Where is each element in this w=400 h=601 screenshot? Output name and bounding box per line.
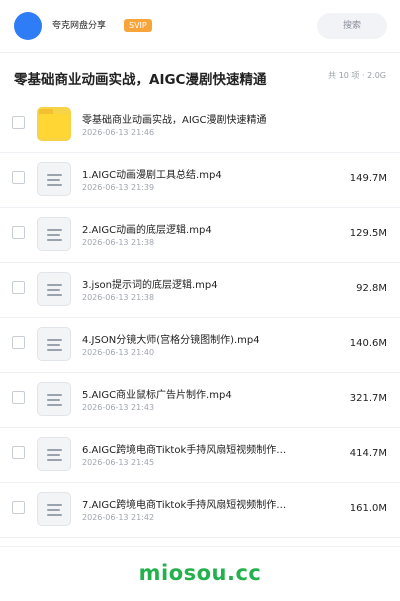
file-row[interactable]: 5.AIGC商业鼠标广告片制作.mp4 2026-06-13 21:43 321.7… <box>0 373 400 428</box>
item-date: 2026-06-13 21:38 <box>82 238 155 247</box>
item-size: 161.0M <box>349 503 387 514</box>
file-row[interactable]: 7.AIGC跨境电商Tiktok手持风扇短视频制作… 2026-06-13 21:… <box>0 483 400 538</box>
select-checkbox[interactable] <box>12 281 25 294</box>
folder-icon <box>37 107 71 141</box>
top-bar: 夸克网盘分享 SVIP 搜索 <box>0 0 400 52</box>
file-row[interactable]: 1.AIGC动画漫剧工具总结.mp4 2026-06-13 21:39 149.7M <box>0 153 400 208</box>
item-date: 2026-06-13 21:39 <box>82 183 155 192</box>
select-checkbox[interactable] <box>12 501 25 514</box>
select-checkbox[interactable] <box>12 446 25 459</box>
item-name[interactable]: 5.AIGC商业鼠标广告片制作.mp4 <box>82 386 312 401</box>
quark-logo-icon[interactable] <box>14 12 42 40</box>
item-name[interactable]: 零基础商业动画实战，AIGC漫剧快速精通 <box>82 111 312 126</box>
item-size: 414.7M <box>349 448 387 459</box>
item-name[interactable]: 6.AIGC跨境电商Tiktok手持风扇短视频制作… <box>82 441 312 456</box>
file-list: 零基础商业动画实战，AIGC漫剧快速精通 2026-06-13 21:46 1.AI… <box>0 98 400 538</box>
item-date: 2026-06-13 21:46 <box>82 128 155 137</box>
video-file-icon <box>37 272 71 306</box>
select-checkbox[interactable] <box>12 336 25 349</box>
video-file-icon <box>37 492 71 526</box>
video-file-icon <box>37 327 71 361</box>
item-size: 129.5M <box>349 228 387 239</box>
file-row[interactable]: 2.AIGC动画的底层逻辑.mp4 2026-06-13 21:38 129.5M <box>0 208 400 263</box>
share-title-row: 零基础商业动画实战，AIGC漫剧快速精通 共 10 项 · 2.0G <box>0 52 400 100</box>
svip-badge: SVIP <box>124 19 152 32</box>
item-name[interactable]: 3.json提示词的底层逻辑.mp4 <box>82 276 312 291</box>
item-size: 149.7M <box>349 173 387 184</box>
app-name: 夸克网盘分享 <box>52 21 107 31</box>
footer: miosou.cc <box>0 546 400 601</box>
select-checkbox[interactable] <box>12 226 25 239</box>
video-file-icon <box>37 162 71 196</box>
item-date: 2026-06-13 21:40 <box>82 348 155 357</box>
video-file-icon <box>37 217 71 251</box>
item-date: 2026-06-13 21:38 <box>82 293 155 302</box>
item-size: 140.6M <box>349 338 387 349</box>
share-meta: 共 10 项 · 2.0G <box>328 71 386 80</box>
share-title: 零基础商业动画实战，AIGC漫剧快速精通 <box>14 72 267 88</box>
item-name[interactable]: 7.AIGC跨境电商Tiktok手持风扇短视频制作… <box>82 496 312 511</box>
item-name[interactable]: 4.JSON分镜大师(宫格分镜图制作).mp4 <box>82 331 312 346</box>
file-row[interactable]: 4.JSON分镜大师(宫格分镜图制作).mp4 2026-06-13 21:40 1… <box>0 318 400 373</box>
select-checkbox[interactable] <box>12 391 25 404</box>
item-size: 92.8M <box>356 283 387 294</box>
select-checkbox[interactable] <box>12 116 25 129</box>
item-date: 2026-06-13 21:45 <box>82 458 155 467</box>
file-row[interactable]: 3.json提示词的底层逻辑.mp4 2026-06-13 21:38 92.8M <box>0 263 400 318</box>
item-date: 2026-06-13 21:43 <box>82 403 155 412</box>
item-name[interactable]: 2.AIGC动画的底层逻辑.mp4 <box>82 221 312 236</box>
folder-row[interactable]: 零基础商业动画实战，AIGC漫剧快速精通 2026-06-13 21:46 <box>0 98 400 153</box>
item-name[interactable]: 1.AIGC动画漫剧工具总结.mp4 <box>82 166 312 181</box>
select-checkbox[interactable] <box>12 171 25 184</box>
file-row[interactable]: 6.AIGC跨境电商Tiktok手持风扇短视频制作… 2026-06-13 21:… <box>0 428 400 483</box>
video-file-icon <box>37 437 71 471</box>
item-size: 321.7M <box>349 393 387 404</box>
video-file-icon <box>37 382 71 416</box>
item-date: 2026-06-13 21:42 <box>82 513 155 522</box>
search-input[interactable]: 搜索 <box>317 13 387 39</box>
site-brand: miosou.cc <box>138 561 262 585</box>
